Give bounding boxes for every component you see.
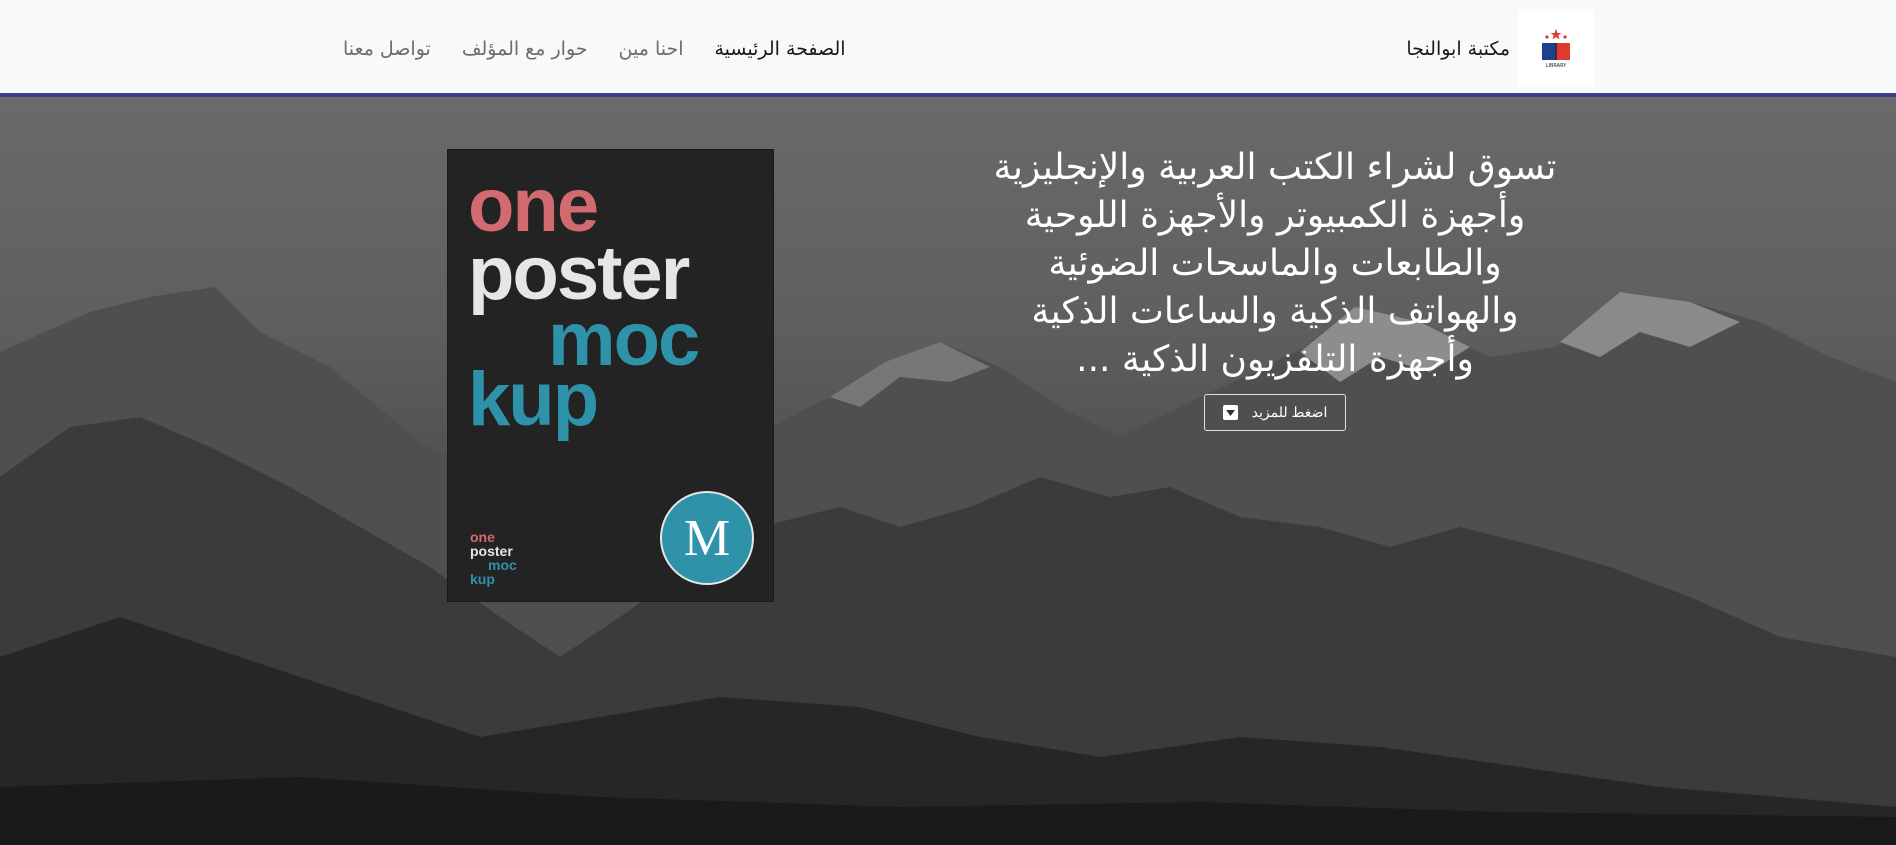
poster-mini-moc: moc [488, 557, 517, 573]
poster-mini-one: one [470, 529, 495, 545]
hero-section: one poster moc kup one poster moc kup M … [0, 97, 1896, 845]
library-logo[interactable]: LIBRARY [1518, 10, 1594, 87]
poster-mini-poster: poster [470, 543, 513, 559]
poster-badge: M [660, 491, 754, 585]
hero-headline: تسوق لشراء الكتب العربية والإنجليزية وأج… [960, 144, 1590, 384]
poster-word-kup: kup [468, 357, 599, 442]
more-button-label: اضغط للمزيد [1251, 404, 1328, 420]
library-logo-icon: LIBRARY [1542, 28, 1570, 69]
poster-mini-logo: one poster moc kup [470, 530, 517, 586]
poster-mini-kup: kup [470, 571, 495, 587]
caret-down-icon [1222, 405, 1238, 420]
headline-line: تسوق لشراء الكتب العربية والإنجليزية [993, 147, 1557, 188]
headline-line: وأجهزة التلفزيون الذكية ... [1076, 339, 1474, 380]
nav-link-author-interview[interactable]: حوار مع المؤلف [462, 38, 588, 60]
more-button[interactable]: اضغط للمزيد [1204, 394, 1346, 431]
brand[interactable]: مكتبة ابوالنجا LIBRARY [1406, 0, 1594, 97]
headline-line: والهواتف الذكية والساعات الذكية [1031, 291, 1519, 332]
nav-link-home[interactable]: الصفحة الرئيسية [715, 38, 846, 60]
brand-name[interactable]: مكتبة ابوالنجا [1406, 38, 1510, 60]
nav-links: الصفحة الرئيسية احنا مين حوار مع المؤلف … [312, 0, 846, 97]
nav-link-about[interactable]: احنا مين [619, 38, 684, 60]
nav-link-contact[interactable]: تواصل معنا [343, 38, 431, 60]
headline-line: والطابعات والماسحات الضوئية [1048, 243, 1502, 284]
headline-line: وأجهزة الكمبيوتر والأجهزة اللوحية [1024, 195, 1526, 236]
navbar: الصفحة الرئيسية احنا مين حوار مع المؤلف … [0, 0, 1896, 97]
poster-mockup-image: one poster moc kup one poster moc kup M [448, 150, 773, 601]
mountain-background [0, 287, 1896, 845]
logo-caption: LIBRARY [1546, 63, 1568, 69]
